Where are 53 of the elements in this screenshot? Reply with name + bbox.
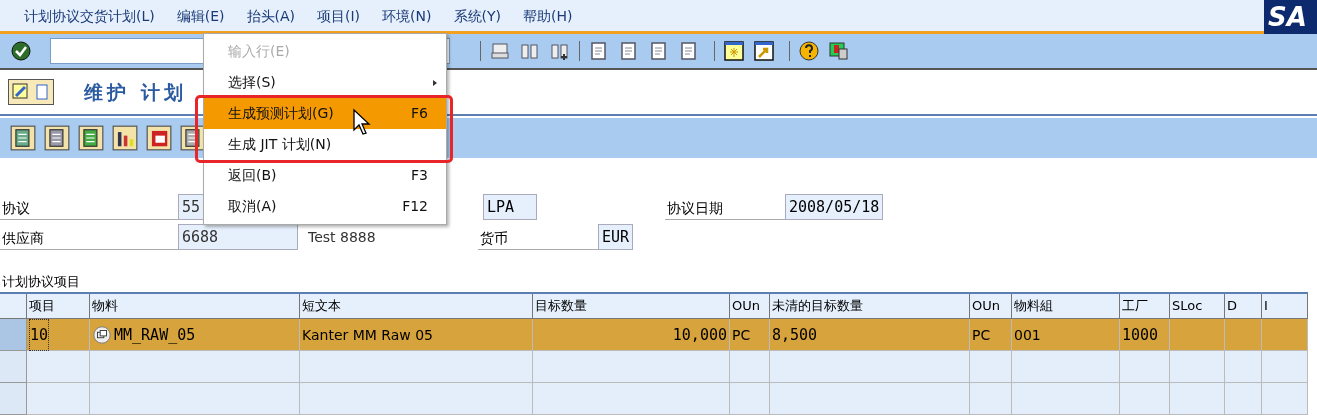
menu-option[interactable]: 返回(B) F3: [204, 160, 446, 191]
menu-item[interactable]: 编辑(E): [176, 6, 225, 27]
menu-item[interactable]: 帮助(H): [523, 6, 573, 27]
input-field[interactable]: EUR: [598, 224, 634, 250]
menu-label: 生成 JIT 计划(N): [228, 135, 332, 154]
screen-title: 维护 计划: [84, 79, 187, 105]
chart-icon[interactable]: [112, 125, 138, 151]
list-icon[interactable]: [44, 125, 70, 151]
table-cell-text: 8,500: [772, 324, 818, 346]
new-window-icon[interactable]: [723, 40, 745, 62]
table-title: 计划协议项目: [1, 273, 81, 291]
menu-label: 返回(B): [228, 166, 277, 185]
table-row[interactable]: 10 MM_RAW_05 Kanter MM Raw 05 10,000 PC 8,500 PC 001 1000: [0, 319, 1308, 351]
menu-item[interactable]: 系统(Y): [453, 6, 501, 27]
input-field[interactable]: LPA: [483, 194, 537, 220]
list-icon[interactable]: [78, 125, 104, 151]
shortcut-icon[interactable]: [753, 40, 775, 62]
table-cell-text: PC: [972, 325, 991, 345]
table-cell-text: 1000: [1122, 324, 1159, 346]
table-cell-text: MM_RAW_05: [114, 324, 196, 346]
menu-option[interactable]: 取消(A) F12: [204, 191, 446, 222]
check-icon[interactable]: [10, 40, 32, 62]
mouse-cursor-icon: [352, 108, 372, 136]
shortcut-key: F6: [411, 103, 428, 124]
list-icon[interactable]: [10, 125, 36, 151]
menu-item[interactable]: 项目(I): [317, 6, 361, 27]
print-icon[interactable]: [489, 40, 511, 62]
input-field[interactable]: 2008/05/18: [785, 194, 884, 220]
table-corner-cell[interactable]: [0, 294, 27, 319]
calendar-icon[interactable]: [146, 125, 172, 151]
menu-item[interactable]: 计划协议交货计划(L): [24, 6, 155, 27]
menu-item[interactable]: 抬头(A): [246, 6, 296, 27]
table-cell-text: PC: [732, 325, 751, 345]
menu-label: 生成预测计划(G): [228, 104, 334, 123]
menu-option[interactable]: 选择(S): [204, 67, 446, 98]
menu-option[interactable]: 生成预测计划(G) F6: [204, 98, 446, 129]
menu-label: 取消(A): [228, 197, 277, 216]
input-field[interactable]: 6688: [178, 224, 298, 250]
menu-item[interactable]: 环境(N): [382, 6, 432, 27]
shortcut-key: F12: [402, 196, 428, 217]
description-text: Test 8888: [308, 227, 377, 247]
menu-label: 选择(S): [228, 73, 276, 92]
detail-icon[interactable]: [92, 324, 112, 345]
monitor-icon[interactable]: [828, 40, 850, 62]
display-change-button[interactable]: [8, 79, 54, 105]
table-cell-text: 001: [1014, 325, 1041, 345]
menu-label: 输入行(E): [228, 42, 290, 61]
help-icon[interactable]: [798, 40, 820, 62]
table-cell: 10: [29, 318, 50, 351]
logo: SA: [1264, 0, 1317, 34]
table-cell-text: 10,000: [672, 324, 727, 346]
shortcut-key: F3: [411, 165, 428, 186]
table-cell-text: Kanter MM Raw 05: [302, 325, 434, 345]
